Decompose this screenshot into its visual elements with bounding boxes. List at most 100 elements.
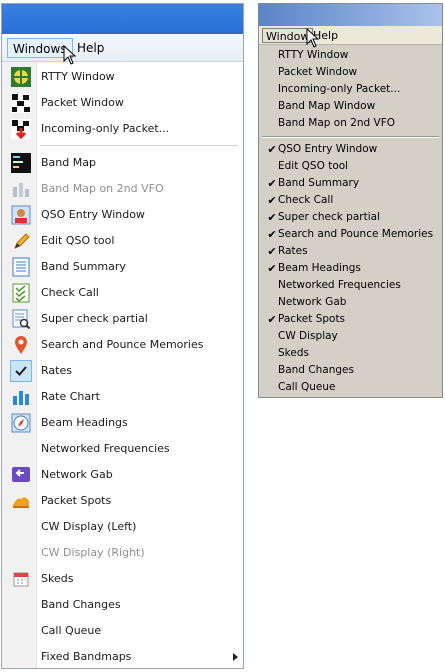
band-summary-icon xyxy=(10,256,32,278)
menu-item-rtty-window[interactable]: RTTY Window xyxy=(2,64,243,90)
menu-item-skeds[interactable]: Skeds xyxy=(2,566,243,592)
menu-item-label: Super check partial xyxy=(41,312,148,325)
left-menubar: Windows Help xyxy=(2,34,243,62)
classic-item-label: RTTY Window xyxy=(278,49,349,61)
classic-item-call-queue[interactable]: Call Queue xyxy=(259,379,442,396)
menu-item-label: Network Gab xyxy=(41,468,113,481)
classic-item-rates[interactable]: ✔ Rates xyxy=(259,243,442,260)
menu-item-cw-display-left[interactable]: CW Display (Left) xyxy=(2,514,243,540)
classic-item-check-call[interactable]: ✔ Check Call xyxy=(259,192,442,209)
menu-item-label: CW Display (Right) xyxy=(41,546,145,559)
menu-item-band-map-2nd-vfo[interactable]: Band Map on 2nd VFO xyxy=(2,176,243,202)
menu-item-qso-entry-window[interactable]: QSO Entry Window xyxy=(2,202,243,228)
menu-item-label: Band Map on 2nd VFO xyxy=(41,182,164,195)
classic-item-edit-qso-tool[interactable]: Edit QSO tool xyxy=(259,158,442,175)
menu-item-label: Edit QSO tool xyxy=(41,234,115,247)
menu-item-network-gab[interactable]: Network Gab xyxy=(2,462,243,488)
left-title-bar[interactable] xyxy=(2,4,243,34)
classic-item-skeds[interactable]: Skeds xyxy=(259,345,442,362)
right-title-bar[interactable] xyxy=(259,4,442,26)
check-icon xyxy=(266,81,278,98)
compass-icon xyxy=(10,412,32,434)
classic-item-label: Networked Frequencies xyxy=(278,279,401,291)
classic-item-packet-window[interactable]: Packet Window xyxy=(259,64,442,81)
menu-item-edit-qso-tool[interactable]: Edit QSO tool xyxy=(2,228,243,254)
menu-separator xyxy=(40,145,238,146)
menu-item-label: Skeds xyxy=(41,572,74,585)
classic-item-label: Beam Headings xyxy=(278,262,361,274)
classic-item-qso-entry-window[interactable]: ✔ QSO Entry Window xyxy=(259,141,442,158)
menu-item-packet-window[interactable]: Packet Window xyxy=(2,90,243,116)
menu-item-search-and-pounce-memories[interactable]: Search and Pounce Memories xyxy=(2,332,243,358)
map-pin-icon xyxy=(10,334,32,356)
packet-spots-icon xyxy=(10,490,32,512)
menu-item-networked-frequencies[interactable]: Networked Frequencies xyxy=(2,436,243,462)
menu-item-super-check-partial[interactable]: Super check partial xyxy=(2,306,243,332)
check-icon xyxy=(266,379,278,396)
menu-item-rates[interactable]: Rates xyxy=(2,358,243,384)
classic-item-label: Rates xyxy=(278,245,308,257)
left-windows-dropdown: RTTY Window Packet Window Incoming-only … xyxy=(2,62,243,668)
check-icon xyxy=(266,294,278,311)
calendar-icon xyxy=(10,568,32,590)
help-menu[interactable]: Help xyxy=(72,38,109,58)
menu-item-band-summary[interactable]: Band Summary xyxy=(2,254,243,280)
check-icon: ✔ xyxy=(267,211,277,224)
check-icon xyxy=(266,345,278,362)
menu-item-rate-chart[interactable]: Rate Chart xyxy=(2,384,243,410)
check-icon xyxy=(266,98,278,115)
menu-item-label: Band Changes xyxy=(41,598,121,611)
menu-item-band-map[interactable]: Band Map xyxy=(2,150,243,176)
classic-item-band-map-2nd-vfo[interactable]: Band Map on 2nd VFO xyxy=(259,115,442,132)
check-icon: ✔ xyxy=(267,313,277,326)
classic-item-band-map-window[interactable]: Band Map Window xyxy=(259,98,442,115)
classic-item-super-check-partial[interactable]: ✔ Super check partial xyxy=(259,209,442,226)
menu-item-label: Band Map xyxy=(41,156,96,169)
classic-item-incoming-only-packet[interactable]: Incoming-only Packet... xyxy=(259,81,442,98)
menu-item-cw-display-right[interactable]: CW Display (Right) xyxy=(2,540,243,566)
menu-item-check-call[interactable]: Check Call xyxy=(2,280,243,306)
check-icon: ✔ xyxy=(267,194,277,207)
menu-item-label: Incoming-only Packet... xyxy=(41,122,170,135)
classic-item-band-summary[interactable]: ✔ Band Summary xyxy=(259,175,442,192)
check-icon xyxy=(266,362,278,379)
rate-chart-icon xyxy=(10,386,32,408)
menu-item-label: Search and Pounce Memories xyxy=(41,338,204,351)
classic-item-label: Check Call xyxy=(278,194,334,206)
menu-item-label: Beam Headings xyxy=(41,416,128,429)
classic-item-search-and-pounce-memories[interactable]: ✔ Search and Pounce Memories xyxy=(259,226,442,243)
classic-item-band-changes[interactable]: Band Changes xyxy=(259,362,442,379)
classic-item-label: Packet Window xyxy=(278,66,358,78)
menu-item-band-changes[interactable]: Band Changes xyxy=(2,592,243,618)
menu-item-label: Fixed Bandmaps xyxy=(41,650,132,663)
classic-item-rtty-window[interactable]: RTTY Window xyxy=(259,47,442,64)
left-window: Windows Help RTTY Window Packet Window I… xyxy=(1,3,244,669)
rtty-icon xyxy=(10,66,32,88)
submenu-arrow-icon xyxy=(233,653,238,661)
check-call-icon xyxy=(10,282,32,304)
classic-item-label: Incoming-only Packet... xyxy=(278,83,401,95)
classic-item-beam-headings[interactable]: ✔ Beam Headings xyxy=(259,260,442,277)
super-check-partial-icon xyxy=(10,308,32,330)
incoming-packet-icon xyxy=(10,118,32,140)
menu-item-label: Band Summary xyxy=(41,260,126,273)
menu-item-label: QSO Entry Window xyxy=(41,208,145,221)
check-icon: ✔ xyxy=(267,262,277,275)
menu-item-fixed-bandmaps[interactable]: Fixed Bandmaps xyxy=(2,644,243,670)
classic-item-packet-spots[interactable]: ✔ Packet Spots xyxy=(259,311,442,328)
check-icon xyxy=(266,158,278,175)
classic-item-network-gab[interactable]: Network Gab xyxy=(259,294,442,311)
qso-entry-icon xyxy=(10,204,32,226)
menu-item-beam-headings[interactable]: Beam Headings xyxy=(2,410,243,436)
menu-item-call-queue[interactable]: Call Queue xyxy=(2,618,243,644)
menu-item-incoming-only-packet[interactable]: Incoming-only Packet... xyxy=(2,116,243,142)
menu-item-packet-spots[interactable]: Packet Spots xyxy=(2,488,243,514)
menu-item-label: Call Queue xyxy=(41,624,102,637)
classic-item-label: CW Display xyxy=(278,330,338,342)
classic-item-networked-frequencies[interactable]: Networked Frequencies xyxy=(259,277,442,294)
menu-separator xyxy=(262,136,439,138)
menu-item-label: Packet Spots xyxy=(41,494,112,507)
check-icon xyxy=(266,277,278,294)
classic-item-cw-display[interactable]: CW Display xyxy=(259,328,442,345)
classic-item-label: Packet Spots xyxy=(278,313,346,325)
